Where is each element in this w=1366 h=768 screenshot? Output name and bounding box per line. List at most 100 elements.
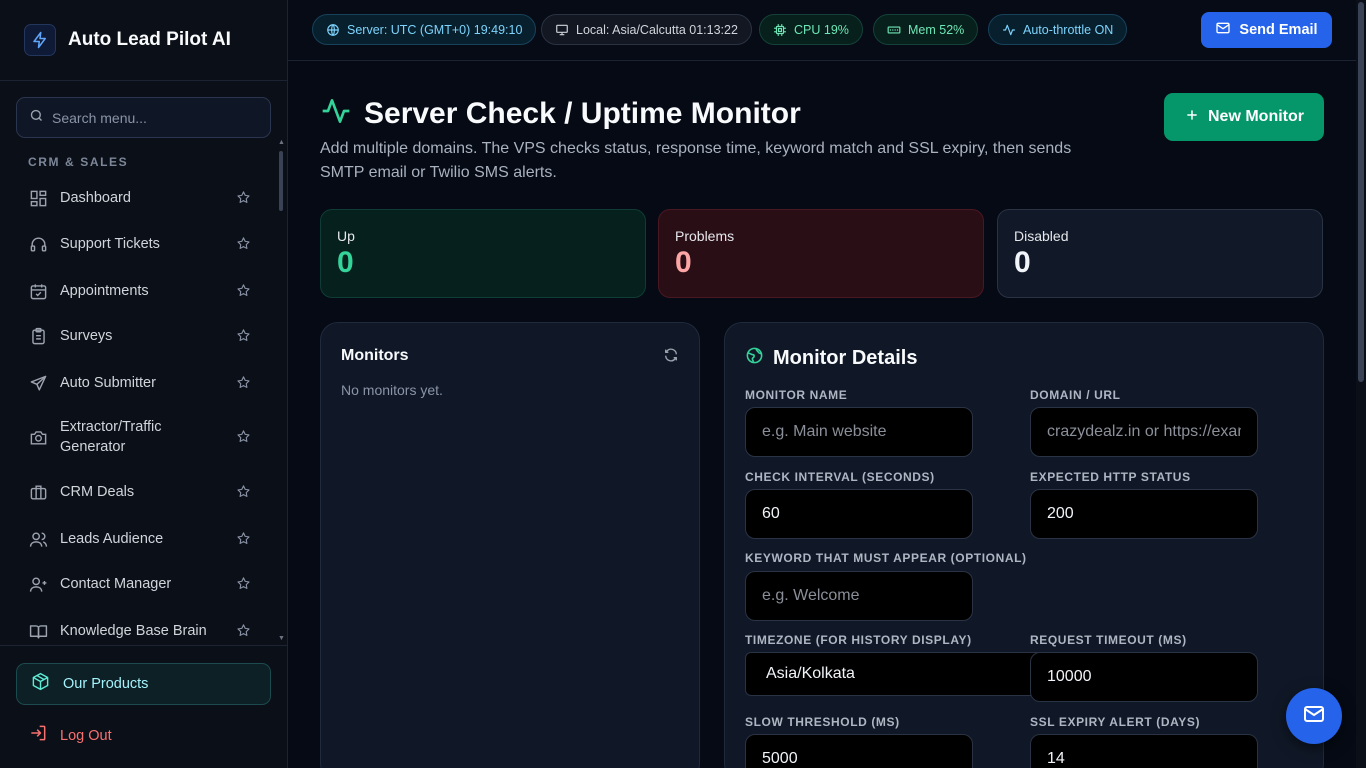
stat-label: Disabled: [1014, 228, 1069, 244]
star-icon[interactable]: [236, 531, 252, 547]
star-icon[interactable]: [236, 190, 252, 206]
headset-icon: [28, 234, 48, 254]
monitor-name-input[interactable]: [745, 407, 973, 457]
timezone-label: TIMEZONE (FOR HISTORY DISPLAY): [745, 633, 972, 647]
cpu-text: CPU 19%: [794, 22, 849, 37]
request-timeout-input[interactable]: [1030, 652, 1258, 702]
star-icon[interactable]: [236, 429, 252, 445]
sidebar-item-label: Support Tickets: [60, 236, 160, 252]
local-time-text: Local: Asia/Calcutta 01:13:22: [576, 22, 738, 37]
keyword-label: KEYWORD THAT MUST APPEAR (OPTIONAL): [745, 551, 1027, 565]
slow-threshold-input[interactable]: [745, 734, 973, 768]
star-icon[interactable]: [236, 283, 252, 299]
monitor-name-label: MONITOR NAME: [745, 388, 848, 402]
stat-value: 0: [337, 246, 354, 279]
cpu-icon: [773, 23, 787, 37]
our-products-button[interactable]: Our Products: [16, 663, 271, 705]
auto-throttle-badge: Auto-throttle ON: [988, 14, 1128, 45]
expected-status-input[interactable]: [1030, 489, 1258, 539]
ssl-alert-input[interactable]: [1030, 734, 1258, 768]
expected-status-label: EXPECTED HTTP STATUS: [1030, 470, 1191, 484]
timezone-value: Asia/Kolkata: [766, 665, 855, 682]
sidebar-item-crm-deals[interactable]: CRM Deals: [16, 482, 266, 502]
star-icon[interactable]: [236, 484, 252, 500]
scroll-up-arrow-icon[interactable]: ▲: [278, 139, 285, 146]
stat-label: Problems: [675, 228, 735, 244]
send-icon: [28, 373, 48, 393]
package-icon: [31, 672, 50, 696]
stat-disabled-card: Disabled 0: [997, 209, 1323, 298]
sidebar-item-label: CRM Deals: [60, 484, 135, 500]
sidebar-item-extractor[interactable]: Extractor/Traffic Generator: [16, 417, 266, 457]
sidebar-scroll-thumb[interactable]: [279, 151, 283, 211]
star-icon[interactable]: [236, 236, 252, 252]
logout-button[interactable]: Log Out: [28, 723, 112, 748]
domain-url-label: DOMAIN / URL: [1030, 388, 1121, 402]
ssl-alert-label: SSL EXPIRY ALERT (DAYS): [1030, 715, 1201, 729]
brand[interactable]: Auto Lead Pilot AI: [0, 0, 287, 81]
domain-url-input[interactable]: [1030, 407, 1258, 457]
memory-text: Mem 52%: [908, 22, 965, 37]
send-email-button[interactable]: Send Email: [1201, 12, 1332, 48]
sidebar-item-contact-manager[interactable]: Contact Manager: [16, 574, 266, 594]
sidebar-item-label: Contact Manager: [60, 576, 172, 592]
scroll-down-arrow-icon[interactable]: ▼: [278, 635, 285, 642]
sidebar-item-label: Appointments: [60, 283, 149, 299]
new-monitor-label: New Monitor: [1208, 108, 1304, 125]
auto-throttle-text: Auto-throttle ON: [1023, 22, 1114, 37]
send-email-label: Send Email: [1239, 22, 1318, 38]
monitors-title: Monitors: [341, 347, 409, 364]
camera-icon: [28, 427, 48, 447]
sidebar-item-knowledge-base[interactable]: Knowledge Base Brain: [16, 621, 266, 641]
page-header: Server Check / Uptime Monitor: [320, 95, 801, 132]
star-icon[interactable]: [236, 375, 252, 391]
pulse-icon: [320, 95, 352, 132]
logout-label: Log Out: [60, 727, 112, 744]
cpu-badge: CPU 19%: [759, 14, 863, 45]
sidebar-item-dashboard[interactable]: Dashboard: [16, 188, 266, 208]
contacts-icon: [28, 574, 48, 594]
mail-icon: [1215, 20, 1231, 40]
timezone-select[interactable]: Asia/Kolkata: [745, 652, 1045, 696]
page-scroll-thumb[interactable]: [1358, 2, 1364, 382]
sidebar-scrollbar[interactable]: ▲ ▼: [278, 139, 285, 642]
stat-problems-card: Problems 0: [658, 209, 984, 298]
monitor-details-panel: Monitor Details MONITOR NAME DOMAIN / UR…: [724, 322, 1324, 768]
star-icon[interactable]: [236, 328, 252, 344]
search-input[interactable]: [52, 109, 252, 126]
star-icon[interactable]: [236, 576, 252, 592]
main-content: Server Check / Uptime Monitor Add multip…: [288, 61, 1356, 768]
refresh-icon[interactable]: [663, 347, 679, 368]
sidebar-item-surveys[interactable]: Surveys: [16, 326, 266, 346]
app-root: Auto Lead Pilot AI CRM & SALES Dashboard…: [0, 0, 1366, 768]
dashboard-icon: [28, 188, 48, 208]
memory-icon: [887, 23, 901, 37]
section-label: CRM & SALES: [28, 155, 129, 169]
mail-icon: [1302, 702, 1326, 731]
page-title: Server Check / Uptime Monitor: [364, 96, 801, 130]
calendar-icon: [28, 281, 48, 301]
sidebar: Auto Lead Pilot AI CRM & SALES Dashboard…: [0, 0, 288, 768]
stat-value: 0: [1014, 246, 1031, 279]
sidebar-item-support-tickets[interactable]: Support Tickets: [16, 234, 266, 254]
keyword-input[interactable]: [745, 571, 973, 621]
request-timeout-label: REQUEST TIMEOUT (MS): [1030, 633, 1187, 647]
sidebar-search[interactable]: [16, 97, 271, 138]
new-monitor-button[interactable]: New Monitor: [1164, 93, 1324, 141]
server-time-badge: Server: UTC (GMT+0) 19:49:10: [312, 14, 537, 45]
sidebar-item-leads-audience[interactable]: Leads Audience: [16, 529, 266, 549]
sidebar-item-auto-submitter[interactable]: Auto Submitter: [16, 373, 266, 393]
details-header: Monitor Details: [745, 346, 917, 370]
floating-mail-button[interactable]: [1286, 688, 1342, 744]
sidebar-item-label: Dashboard: [60, 190, 131, 206]
page-scrollbar[interactable]: [1356, 0, 1366, 768]
globe-icon: [745, 346, 764, 370]
sidebar-item-label: Auto Submitter: [60, 375, 156, 391]
check-interval-input[interactable]: [745, 489, 973, 539]
topbar: Server: UTC (GMT+0) 19:49:10 Local: Asia…: [288, 0, 1366, 61]
server-time-text: Server: UTC (GMT+0) 19:49:10: [347, 22, 523, 37]
sidebar-item-appointments[interactable]: Appointments: [16, 281, 266, 301]
monitors-panel: Monitors No monitors yet.: [320, 322, 700, 768]
star-icon[interactable]: [236, 623, 252, 639]
stat-label: Up: [337, 228, 355, 244]
